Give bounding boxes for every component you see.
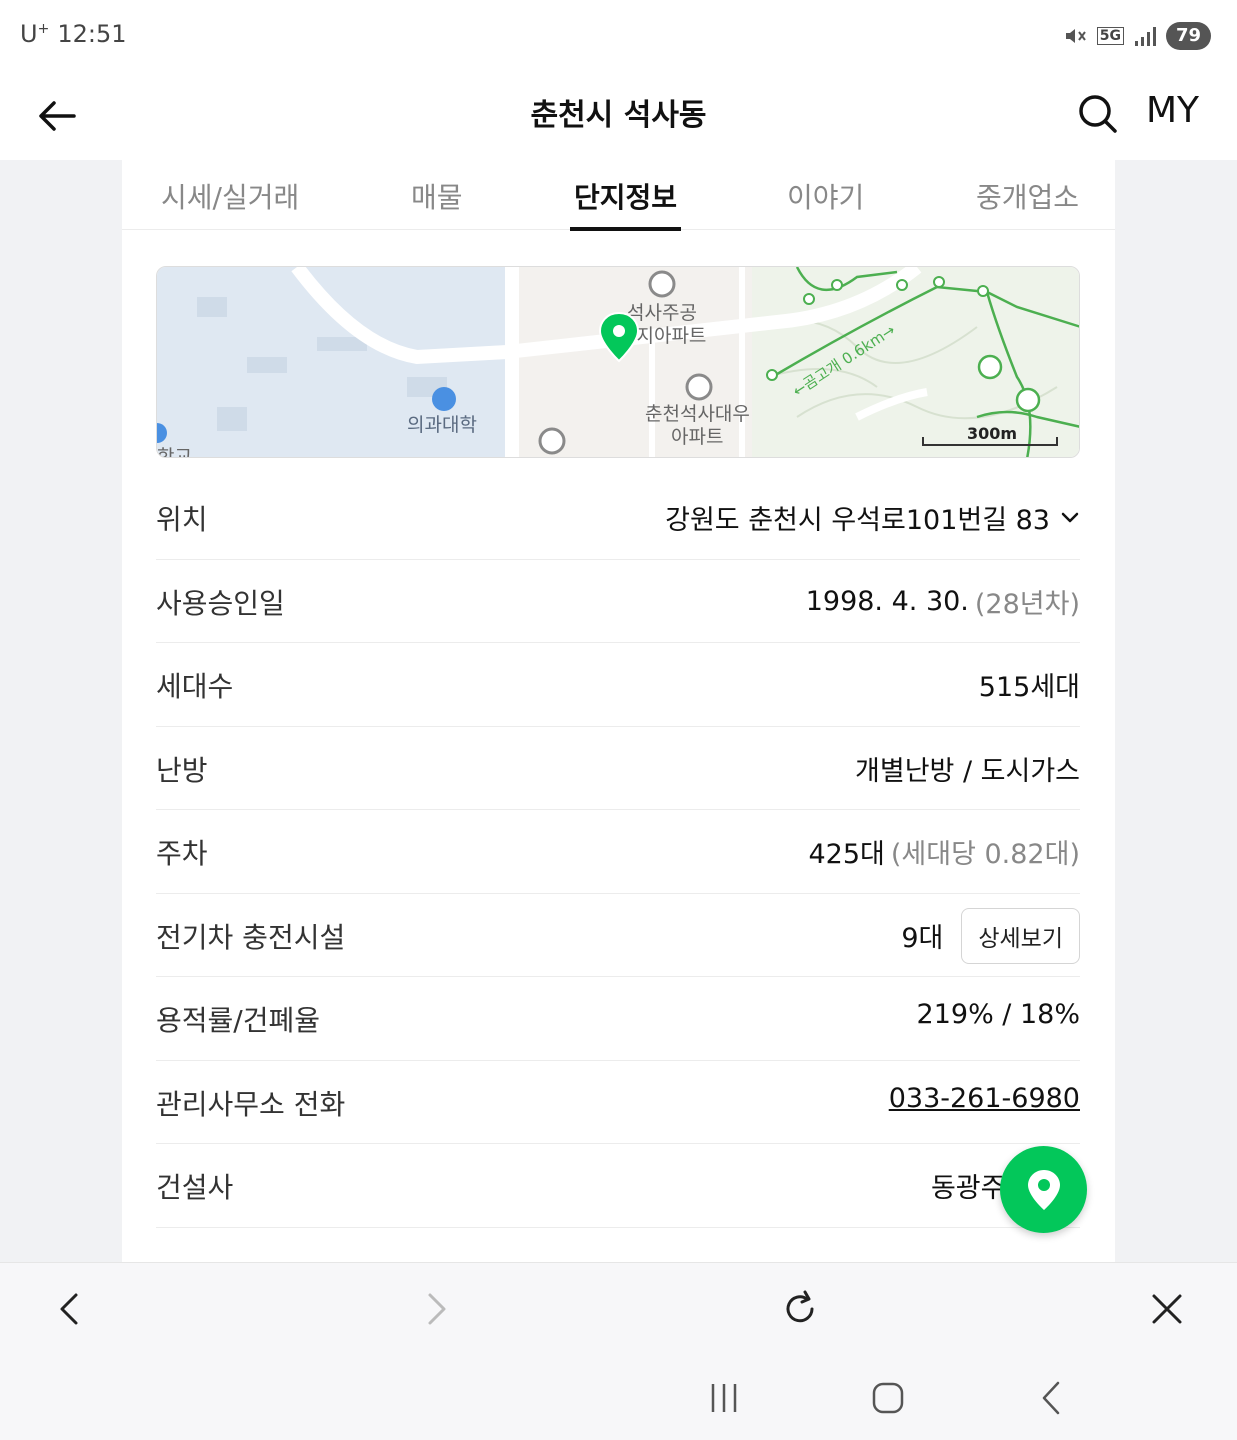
heating-value: 개별난방 / 도시가스 <box>855 749 1080 788</box>
battery-badge: 79 <box>1165 22 1211 50</box>
apartment-poi-icon <box>538 427 566 455</box>
office-phone-link[interactable]: 033-261-6980 <box>889 1083 1080 1114</box>
map-location-fab[interactable] <box>1000 1146 1087 1233</box>
tab-stories[interactable]: 이야기 <box>787 176 864 230</box>
chevron-down-icon <box>1061 512 1079 522</box>
approval-date-text: 1998. 4. 30. <box>805 585 969 617</box>
map-label-college: 의과대학 <box>407 414 477 436</box>
households-label: 세대수 <box>156 670 234 703</box>
ev-detail-button[interactable]: 상세보기 <box>961 907 1080 964</box>
ratio-label: 용적률/건폐율 <box>156 1004 320 1037</box>
location-pin-icon <box>1027 1169 1060 1210</box>
system-back-icon[interactable] <box>1032 1378 1072 1418</box>
ratio-value: 219% / 18% <box>917 999 1080 1030</box>
parking-per-household: (세대당 0.82대) <box>890 839 1080 870</box>
recent-apps-icon[interactable] <box>704 1378 744 1418</box>
info-row-heating: 난방 개별난방 / 도시가스 <box>156 727 1080 810</box>
clock: 12:51 <box>57 20 127 48</box>
browser-close-icon[interactable] <box>1145 1287 1189 1331</box>
tab-price[interactable]: 시세/실거래 <box>161 176 299 230</box>
browser-back-icon[interactable] <box>48 1287 92 1331</box>
map-scale-label: 300m <box>967 424 1017 443</box>
office-phone-value: 033-261-6980 <box>889 1083 1080 1114</box>
ev-charging-label: 전기차 충전시설 <box>156 920 346 954</box>
apartment-poi-icon <box>648 270 676 298</box>
map-label-school: 학교 <box>157 446 192 458</box>
complex-info-list: 위치 강원도 춘천시 우석로101번길 83 사용승인일 1998. 4. 30… <box>156 476 1080 1228</box>
info-row-ev-charging: 전기차 충전시설 9대 상세보기 <box>156 894 1080 977</box>
info-row-households: 세대수 515세대 <box>156 643 1080 727</box>
status-icons: 5G 79 <box>1063 20 1211 52</box>
status-bar: U+ 12:51 5G 79 <box>0 0 1237 72</box>
heating-label: 난방 <box>156 753 208 787</box>
tab-listings[interactable]: 매물 <box>411 176 463 230</box>
ev-charging-value: 9대 상세보기 <box>901 907 1080 964</box>
my-button[interactable]: MY <box>1146 90 1199 131</box>
location-value[interactable]: 강원도 춘천시 우석로101번길 83 <box>665 498 1080 537</box>
app-header: 춘천시 석사동 MY <box>0 72 1237 160</box>
page-title: 춘천시 석사동 <box>530 98 707 133</box>
info-row-parking: 주차 425대 (세대당 0.82대) <box>156 810 1080 894</box>
carrier-name: U <box>20 20 38 48</box>
info-row-office-phone: 관리사무소 전화 033-261-6980 <box>156 1061 1080 1144</box>
apartment-poi-icon <box>685 373 713 401</box>
parking-label: 주차 <box>156 837 208 870</box>
office-phone-label: 관리사무소 전화 <box>156 1087 346 1121</box>
carrier-time: U+ 12:51 <box>20 20 126 48</box>
approval-date-label: 사용승인일 <box>156 586 285 620</box>
browser-forward-icon[interactable] <box>414 1287 458 1331</box>
tab-bar: 시세/실거래 매물 단지정보 이야기 중개업소 <box>122 160 1115 231</box>
map-label-apt2-line2: 아파트 <box>671 426 723 448</box>
info-row-builder: 건설사 동광주택산업 <box>156 1144 1080 1228</box>
builder-label: 건설사 <box>156 1171 234 1204</box>
home-icon[interactable] <box>868 1378 908 1418</box>
tab-agencies[interactable]: 중개업소 <box>976 176 1079 230</box>
search-icon[interactable] <box>1074 90 1122 138</box>
heating-text: 개별난방 / 도시가스 <box>855 755 1080 787</box>
college-poi-icon <box>432 387 456 411</box>
approval-date-value: 1998. 4. 30. (28년차) <box>806 582 1080 621</box>
building-age: (28년차) <box>974 588 1080 620</box>
location-label: 위치 <box>156 503 208 536</box>
carrier-plus: + <box>37 21 50 37</box>
parking-value: 425대 (세대당 0.82대) <box>808 832 1080 871</box>
info-row-floor-area-ratio: 용적률/건폐율 219% / 18% <box>156 977 1080 1061</box>
households-text: 515세대 <box>978 672 1080 703</box>
location-map[interactable]: 석사주공 7 단지아파트 의과대학 춘천석사대우 아파트 학교 ←곰고개 0.6… <box>156 266 1080 458</box>
map-label-apt2-line1: 춘천석사대우 <box>645 403 750 425</box>
parking-count: 425대 <box>808 839 885 870</box>
tab-complex-info[interactable]: 단지정보 <box>569 176 682 231</box>
signal-icon <box>1134 27 1156 46</box>
system-nav-bar <box>0 1354 1237 1440</box>
browser-toolbar <box>0 1262 1237 1354</box>
info-row-approval-date: 사용승인일 1998. 4. 30. (28년차) <box>156 560 1080 643</box>
ratio-text: 219% / 18% <box>916 999 1080 1030</box>
households-value: 515세대 <box>979 665 1080 704</box>
content-panel: 시세/실거래 매물 단지정보 이야기 중개업소 석사주공 단지아파트 의과대학 … <box>122 160 1115 1262</box>
ev-charger-count: 9대 <box>901 923 944 954</box>
address-text: 강원도 춘천시 우석로101번길 83 <box>665 505 1050 536</box>
network-icon: 5G <box>1096 27 1124 45</box>
browser-refresh-icon[interactable] <box>778 1287 822 1331</box>
info-row-location[interactable]: 위치 강원도 춘천시 우석로101번길 83 <box>156 476 1080 560</box>
trail-marker-icon <box>977 354 1003 380</box>
trail-marker-icon <box>1015 387 1041 413</box>
map-label-apt1-line1: 석사주공 <box>627 302 697 324</box>
mute-icon <box>1065 29 1086 43</box>
